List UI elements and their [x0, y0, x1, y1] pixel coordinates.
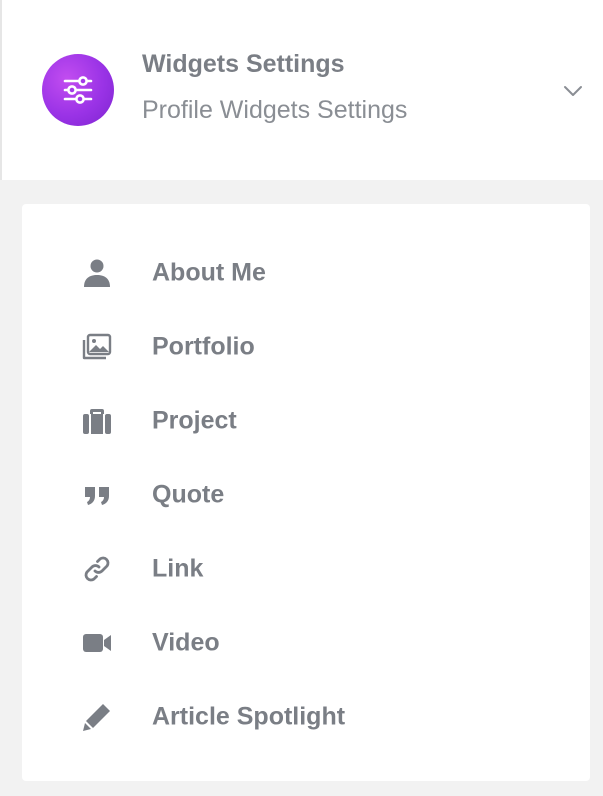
widgets-menu-panel: About Me Portfolio Project Quote Link Vi…: [22, 204, 590, 781]
menu-item-label: Portfolio: [152, 332, 255, 361]
quote-icon: [79, 477, 115, 513]
menu-item-label: Article Spotlight: [152, 702, 346, 731]
images-icon: [79, 329, 115, 365]
pencil-icon: [79, 699, 115, 735]
menu-item-label: Quote: [152, 480, 225, 509]
sliders-icon: [42, 54, 114, 126]
suitcase-icon: [79, 403, 115, 439]
header-title: Widgets Settings: [142, 50, 345, 78]
menu-item-portfolio[interactable]: Portfolio: [22, 317, 590, 377]
menu-item-about-me[interactable]: About Me: [22, 243, 590, 303]
menu-item-quote[interactable]: Quote: [22, 465, 590, 525]
chevron-down-icon[interactable]: [560, 78, 586, 104]
menu-item-label: About Me: [152, 258, 266, 287]
video-camera-icon: [79, 625, 115, 661]
menu-item-video[interactable]: Video: [22, 613, 590, 673]
link-icon: [79, 551, 115, 587]
menu-item-label: Project: [152, 406, 237, 435]
header-subtitle: Profile Widgets Settings: [142, 96, 408, 124]
menu-item-project[interactable]: Project: [22, 391, 590, 451]
user-icon: [79, 255, 115, 291]
menu-item-label: Link: [152, 554, 204, 583]
menu-item-article-spotlight[interactable]: Article Spotlight: [22, 687, 590, 747]
menu-item-label: Video: [152, 628, 220, 657]
menu-item-link[interactable]: Link: [22, 539, 590, 599]
widgets-settings-header[interactable]: Widgets Settings Profile Widgets Setting…: [0, 0, 603, 180]
